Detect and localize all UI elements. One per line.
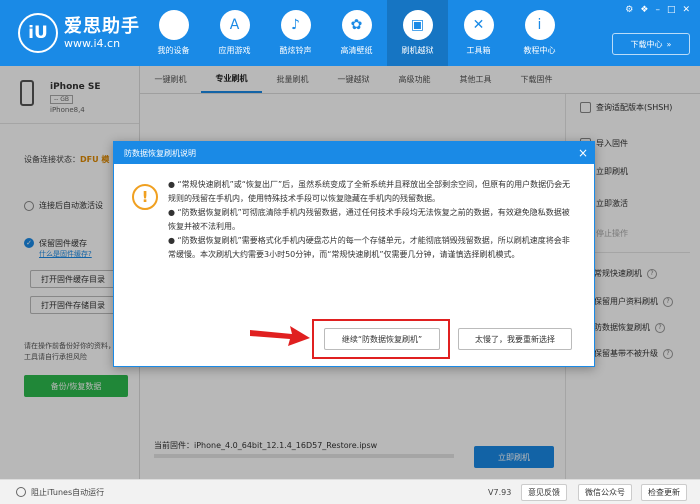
info-icon: i <box>524 10 555 40</box>
block-itunes-option[interactable]: 阻止iTunes自动运行 <box>16 487 104 498</box>
flower-icon: ✿ <box>341 10 372 40</box>
settings-icon[interactable]: ⚙ <box>625 5 633 15</box>
wechat-button[interactable]: 微信公众号 <box>578 483 632 501</box>
arrow-icon <box>250 326 310 346</box>
logo-icon: iU <box>18 13 58 53</box>
radio-icon <box>16 487 26 497</box>
download-center-button[interactable]: 下载中心 » <box>612 33 690 55</box>
warning-icon: ! <box>132 184 158 210</box>
app-url: www.i4.cn <box>64 36 121 50</box>
app-logo[interactable]: iU 爱思助手 www.i4.cn <box>18 13 140 53</box>
window-controls: ⚙ ❖ – □ ✕ <box>625 5 690 15</box>
nav-wallpapers[interactable]: ✿ 高清壁纸 <box>326 0 387 66</box>
tools-icon: ✕ <box>463 10 494 40</box>
box-icon: ▣ <box>402 10 433 40</box>
apple-icon <box>158 10 189 40</box>
dialog-paragraph: ● “常规快速刷机”或“恢复出厂”后，虽然系统变成了全新系统并且释放出全部剩余空… <box>168 180 571 203</box>
check-update-button[interactable]: 检查更新 <box>641 483 687 501</box>
dialog-body: ● “常规快速刷机”或“恢复出厂”后，虽然系统变成了全新系统并且释放出全部剩余空… <box>168 178 572 262</box>
nav-flash-jailbreak[interactable]: ▣ 刷机越狱 <box>387 0 448 66</box>
nav-apps-games[interactable]: A 应用游戏 <box>204 0 265 66</box>
maximize-icon[interactable]: □ <box>667 5 676 15</box>
close-icon[interactable]: × <box>572 142 594 164</box>
dialog-title: 防数据恢复刷机说明 <box>124 148 196 158</box>
dialog-paragraph: ● “防数据恢复刷机”需要格式化手机内硬盘芯片的每一个存储单元，才能彻底销毁残留… <box>168 236 570 259</box>
nav-ringtones[interactable]: ♪ 酷炫铃声 <box>265 0 326 66</box>
dialog-header: 防数据恢复刷机说明 × <box>114 142 594 164</box>
nav-my-device[interactable]: 我的设备 <box>143 0 204 66</box>
app-version: V7.93 <box>488 487 512 497</box>
close-icon[interactable]: ✕ <box>682 5 690 15</box>
nav-toolbox[interactable]: ✕ 工具箱 <box>448 0 509 66</box>
app-name: 爱思助手 <box>64 15 140 37</box>
dialog-paragraph: ● “防数据恢复刷机”可彻底清除手机内残留数据，通过任何技术手段均无法恢复之前的… <box>168 208 570 231</box>
top-bar: iU 爱思助手 www.i4.cn 我的设备 A 应用游戏 ♪ 酷炫铃声 ✿ 高… <box>0 0 700 66</box>
appstore-icon: A <box>219 10 250 40</box>
highlight-box <box>312 319 450 359</box>
skin-icon[interactable]: ❖ <box>640 5 648 15</box>
status-bar: 阻止iTunes自动运行 V7.93 意见反馈 微信公众号 检查更新 <box>0 479 700 504</box>
feedback-button[interactable]: 意见反馈 <box>521 483 567 501</box>
bell-icon: ♪ <box>280 10 311 40</box>
reselect-mode-button[interactable]: 太慢了，我要重新选择 <box>458 328 572 350</box>
chevron-right-icon: » <box>666 39 672 49</box>
main-nav: 我的设备 A 应用游戏 ♪ 酷炫铃声 ✿ 高清壁纸 ▣ 刷机越狱 ✕ 工具箱 i… <box>143 0 570 66</box>
minimize-icon[interactable]: – <box>655 5 660 15</box>
nav-tutorials[interactable]: i 教程中心 <box>509 0 570 66</box>
